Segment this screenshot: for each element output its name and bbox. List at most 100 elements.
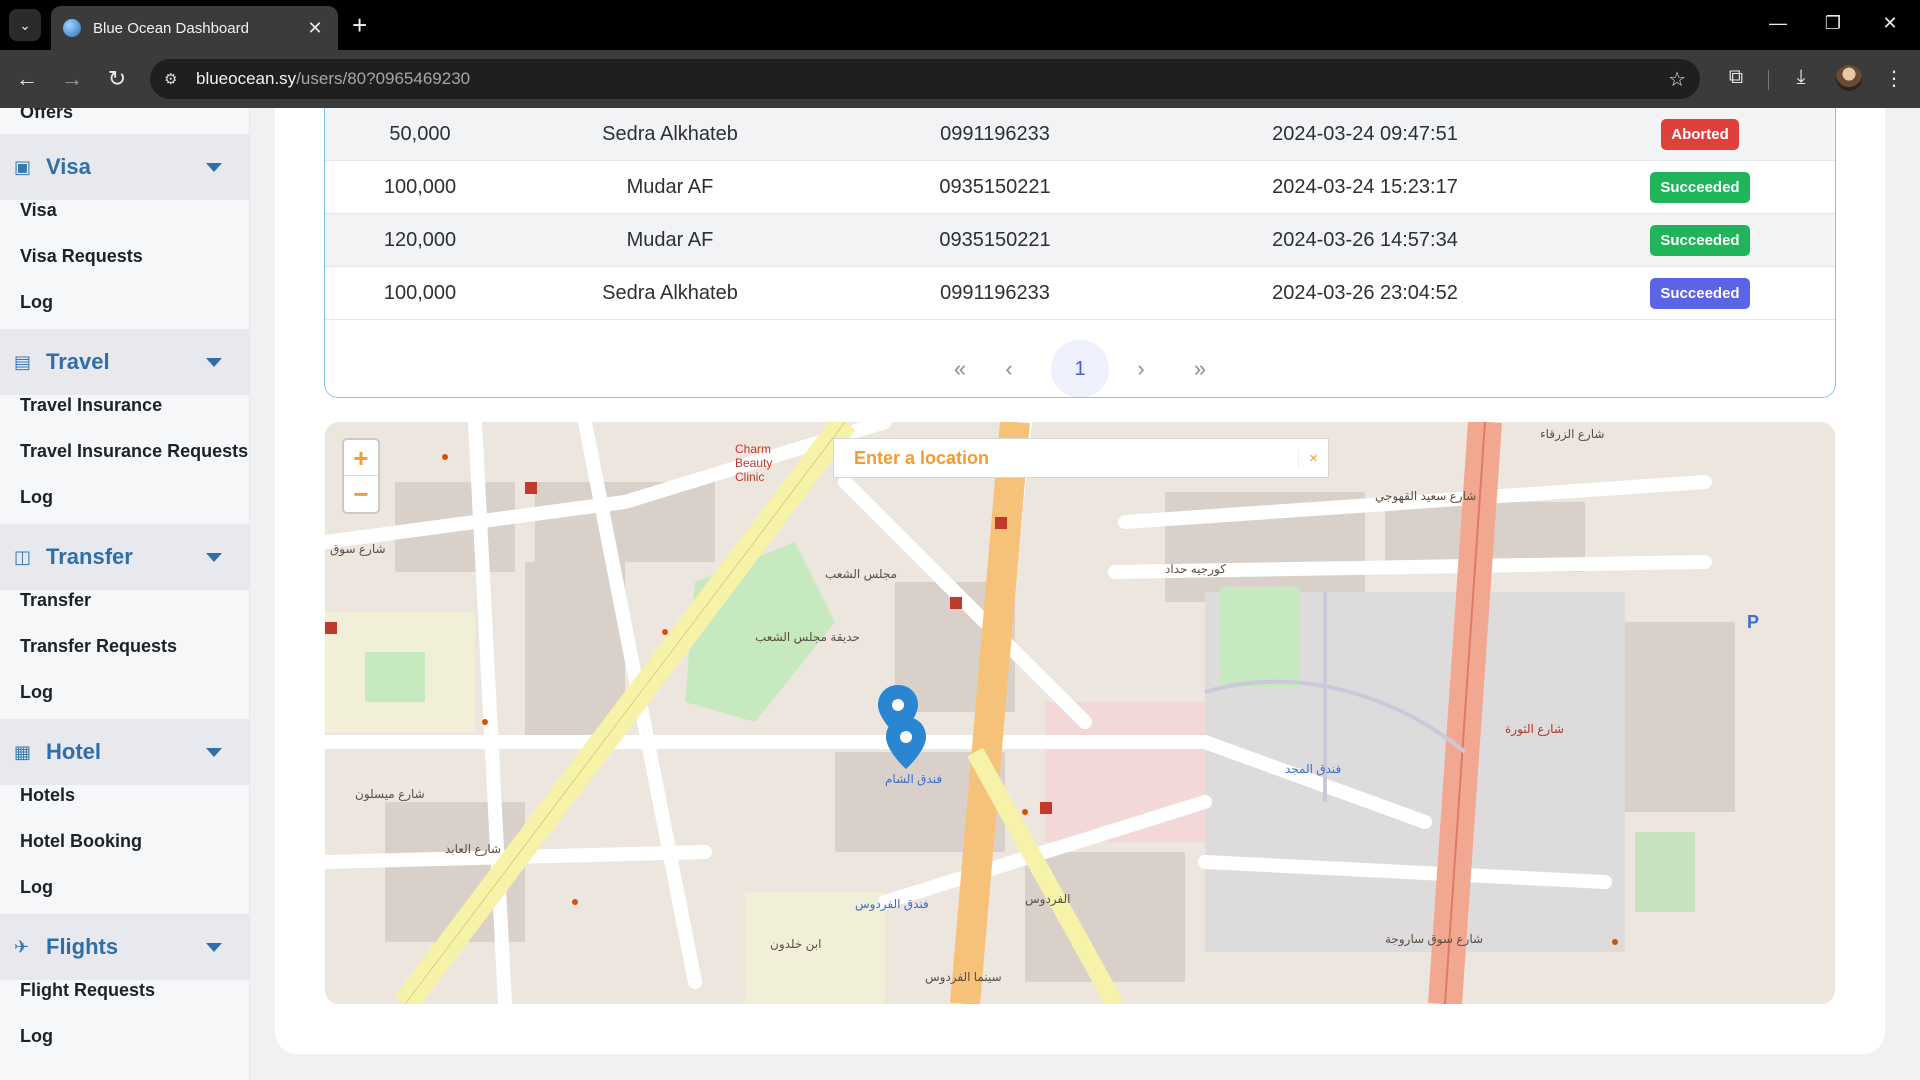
map-label-hotel: فندق الشام bbox=[885, 772, 943, 786]
map-label-street: شارع سعيد القهوجي bbox=[1375, 489, 1477, 503]
sidebar-section-hotel[interactable]: ▦ Hotel bbox=[0, 719, 249, 785]
map-label-hotel: فندق الفردوس bbox=[855, 897, 929, 911]
sidebar-section-transfer[interactable]: ◫ Transfer bbox=[0, 524, 249, 590]
name-cell: Sedra Alkhateb bbox=[602, 122, 738, 145]
table-row: 100,000 Sedra Alkhateb 0991196233 2024-0… bbox=[325, 267, 1835, 320]
pagination: « ‹ 1 › » bbox=[325, 340, 1835, 397]
sidebar-item-travel-log[interactable]: Log bbox=[20, 487, 53, 508]
amount-cell: 100,000 bbox=[383, 175, 457, 198]
date-cell: 2024-03-26 23:04:52 bbox=[1272, 281, 1458, 304]
phone-cell: 0935150221 bbox=[939, 228, 1051, 251]
chevron-down-icon bbox=[206, 162, 222, 172]
toolbar-divider bbox=[1768, 70, 1769, 90]
sidebar-section-title: Transfer bbox=[46, 544, 133, 569]
date-cell: 2024-03-26 14:57:34 bbox=[1272, 228, 1458, 251]
sidebar-item-visa-requests[interactable]: Visa Requests bbox=[20, 246, 143, 267]
map-label-park: حديقة مجلس الشعب bbox=[755, 630, 860, 644]
sidebar-item-hotel-log[interactable]: Log bbox=[20, 877, 53, 898]
next-page-button[interactable]: › bbox=[1112, 340, 1170, 397]
location-search-input[interactable]: Enter a location × bbox=[833, 438, 1329, 478]
bookmark-star-icon[interactable]: ☆ bbox=[1668, 67, 1686, 92]
sidebar-section-title: Travel bbox=[46, 349, 110, 374]
sidebar-item-transfer-requests[interactable]: Transfer Requests bbox=[20, 636, 177, 657]
sidebar-item-hotel-booking[interactable]: Hotel Booking bbox=[20, 831, 142, 852]
page-1-button[interactable]: 1 bbox=[1051, 340, 1109, 397]
sidebar-item-travel-insurance[interactable]: Travel Insurance bbox=[20, 395, 162, 416]
date-cell: 2024-03-24 15:23:17 bbox=[1272, 175, 1458, 198]
browser-menu-icon[interactable]: ⋮ bbox=[1880, 66, 1908, 91]
profile-avatar[interactable] bbox=[1836, 65, 1862, 91]
window-close-icon[interactable]: ✕ bbox=[1878, 13, 1902, 34]
sidebar-item-travel-insurance-requests[interactable]: Travel Insurance Requests bbox=[20, 441, 248, 462]
map-label-clinic: Charm Beauty Clinic bbox=[735, 442, 773, 484]
building-icon: ▦ bbox=[14, 741, 32, 762]
amount-cell: 50,000 bbox=[389, 122, 451, 145]
map-label-cinema: سينما الفردوس bbox=[925, 970, 1002, 984]
sidebar-section-title: Visa bbox=[46, 154, 91, 179]
tab-close-icon[interactable]: ✕ bbox=[304, 18, 326, 39]
sidebar-item-transfer-log[interactable]: Log bbox=[20, 682, 53, 703]
last-page-button[interactable]: » bbox=[1171, 340, 1229, 397]
url-host: blueocean.sy bbox=[196, 69, 297, 88]
clear-search-icon[interactable]: × bbox=[1298, 449, 1328, 467]
sidebar-item-hotels[interactable]: Hotels bbox=[20, 785, 75, 806]
tab-search-button[interactable]: ⌄ bbox=[9, 9, 41, 41]
site-info-icon[interactable]: ⚙ bbox=[164, 70, 184, 88]
map-label-building: ابن خلدون bbox=[770, 937, 822, 951]
amount-cell: 120,000 bbox=[383, 228, 457, 251]
address-bar[interactable]: ⚙ blueocean.sy/users/80?0965469230 ☆ bbox=[150, 59, 1700, 99]
browser-tab-strip: ⌄ Blue Ocean Dashboard ✕ + — ❐ ✕ bbox=[0, 0, 1920, 50]
sidebar-item-flights-log[interactable]: Log bbox=[20, 1026, 53, 1047]
tab-title: Blue Ocean Dashboard bbox=[93, 19, 249, 37]
plane-icon: ✈ bbox=[14, 936, 30, 957]
table-row: 120,000 Mudar AF 0935150221 2024-03-26 1… bbox=[325, 214, 1835, 267]
status-badge: Aborted bbox=[1661, 118, 1739, 150]
sidebar-item-visa[interactable]: Visa bbox=[20, 200, 57, 221]
sidebar-section-flights[interactable]: ✈ Flights bbox=[0, 914, 249, 980]
name-cell: Mudar AF bbox=[626, 175, 714, 198]
sidebar-section-visa[interactable]: ▣ Visa bbox=[0, 134, 249, 200]
map-zoom-control: + − bbox=[342, 438, 380, 514]
luggage-icon: ▤ bbox=[14, 351, 32, 372]
prev-page-button[interactable]: ‹ bbox=[980, 340, 1038, 397]
download-icon[interactable]: ⤓ bbox=[1787, 66, 1815, 89]
browser-toolbar: ← → ↻ ⚙ blueocean.sy/users/80?0965469230… bbox=[0, 50, 1920, 108]
url-path: /users/80?0965469230 bbox=[296, 69, 471, 88]
parking-icon: P bbox=[1747, 612, 1760, 632]
browser-tab[interactable]: Blue Ocean Dashboard ✕ bbox=[51, 6, 338, 50]
forward-icon[interactable]: → bbox=[58, 65, 86, 93]
restore-icon[interactable]: ❐ bbox=[1821, 13, 1845, 34]
map-label-street: شارع ميسلون bbox=[355, 787, 425, 801]
location-map[interactable]: + − Enter a location × Charm Beauty Clin… bbox=[325, 422, 1835, 1004]
zoom-out-button[interactable]: − bbox=[344, 476, 378, 512]
sidebar-item-offers[interactable]: Offers bbox=[20, 108, 73, 123]
new-tab-button[interactable]: + bbox=[352, 12, 367, 38]
map-label-building: مجلس الشعب bbox=[825, 567, 898, 581]
passport-icon: ▣ bbox=[14, 156, 32, 177]
sidebar-item-visa-log[interactable]: Log bbox=[20, 292, 53, 313]
date-cell: 2024-03-24 09:47:51 bbox=[1272, 122, 1458, 145]
phone-cell: 0991196233 bbox=[940, 281, 1050, 304]
phone-cell: 0991196233 bbox=[940, 122, 1050, 145]
map-tiles bbox=[325, 422, 1835, 1004]
sidebar-section-travel[interactable]: ▤ Travel bbox=[0, 329, 249, 395]
location-search-placeholder: Enter a location bbox=[854, 447, 990, 468]
map-label-street: شارع الثورة bbox=[1505, 722, 1564, 736]
minimize-icon[interactable]: — bbox=[1766, 13, 1790, 34]
bag-icon: ◫ bbox=[14, 546, 32, 567]
sidebar-section-title: Hotel bbox=[46, 739, 101, 764]
status-badge: Succeeded bbox=[1650, 224, 1750, 256]
table-row: 100,000 Mudar AF 0935150221 2024-03-24 1… bbox=[325, 161, 1835, 214]
map-label-hotel: فندق المجد bbox=[1285, 762, 1342, 776]
back-icon[interactable]: ← bbox=[13, 65, 41, 93]
map-label-street: شارع سوق bbox=[330, 542, 386, 556]
phone-cell: 0935150221 bbox=[939, 175, 1051, 198]
amount-cell: 100,000 bbox=[383, 281, 457, 304]
extensions-icon[interactable]: ⧉ bbox=[1722, 66, 1750, 89]
reload-icon[interactable]: ↻ bbox=[103, 65, 131, 93]
sidebar-item-transfer[interactable]: Transfer bbox=[20, 590, 91, 611]
zoom-in-button[interactable]: + bbox=[344, 440, 378, 476]
map-label-street: شارع العابد bbox=[445, 842, 502, 856]
chevron-down-icon bbox=[206, 747, 222, 757]
sidebar-item-flight-requests[interactable]: Flight Requests bbox=[20, 980, 155, 1001]
